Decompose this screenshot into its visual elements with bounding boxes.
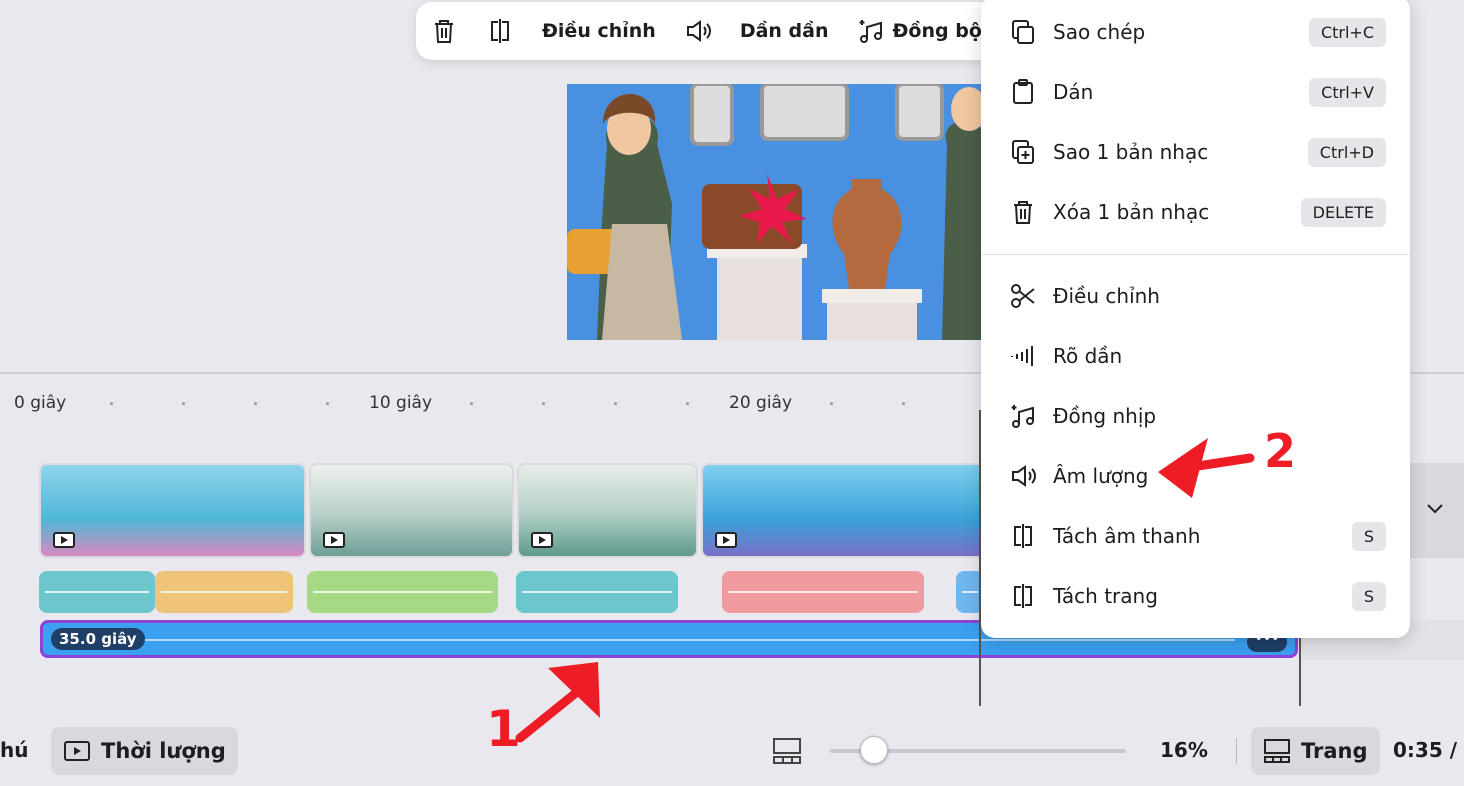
ruler-label-10: 10 giây	[369, 393, 433, 413]
ruler-tick	[182, 402, 185, 405]
volume-icon	[1012, 465, 1036, 487]
fade-icon	[1011, 346, 1033, 366]
video-icon	[715, 532, 737, 548]
menu-item-volume[interactable]: Âm lượng	[981, 448, 1410, 504]
shortcut-badge: S	[1351, 581, 1386, 611]
ruler-tick	[326, 402, 329, 405]
split-icon	[1014, 584, 1032, 608]
ruler-label-0: 0 giây	[14, 393, 67, 413]
duration-button[interactable]: Thời lượng	[51, 727, 238, 775]
duplicate-icon	[1012, 140, 1034, 164]
trash-icon	[435, 20, 453, 43]
audio-clip[interactable]	[722, 571, 924, 613]
ruler-tick	[254, 402, 257, 405]
ruler-tick	[110, 402, 113, 405]
video-icon	[531, 532, 553, 548]
video-icon	[323, 532, 345, 548]
menu-item-duplicate[interactable]: Sao 1 bản nhạc Ctrl+D	[981, 124, 1410, 180]
scissors-icon	[1011, 284, 1035, 308]
page-view-button[interactable]: Trang	[1251, 727, 1380, 775]
volume-icon	[686, 20, 711, 42]
video-clip-4[interactable]	[701, 463, 986, 558]
ruler-label-20: 20 giây	[729, 393, 793, 413]
video-clip-1[interactable]	[39, 463, 306, 558]
annotation-step-1: 1	[486, 700, 521, 758]
menu-item-copy[interactable]: Sao chép Ctrl+C	[981, 4, 1410, 60]
menu-item-split-audio[interactable]: Tách âm thanh S	[981, 508, 1410, 564]
zoom-percent: 16%	[1160, 738, 1208, 762]
music-sparkle-icon	[1011, 405, 1035, 428]
playback-time: 0:35 / 0	[1393, 738, 1464, 762]
ruler-tick	[470, 402, 473, 405]
toolbar-fade-button[interactable]: Dần dần	[726, 2, 843, 60]
annotation-step-2: 2	[1264, 424, 1297, 478]
clip-toolbar: Điều chỉnh Dần dần Đồng bộ	[416, 2, 1016, 60]
copy-icon	[1012, 20, 1034, 44]
grid-view-icon[interactable]	[772, 737, 802, 765]
video-clip-2[interactable]	[309, 463, 514, 558]
menu-item-beat-sync[interactable]: Đồng nhịp	[981, 388, 1410, 444]
shortcut-badge: Ctrl+V	[1309, 77, 1386, 107]
clipboard-icon	[1013, 79, 1033, 104]
toolbar-sync-button[interactable]: Đồng bộ	[843, 2, 996, 60]
shortcut-badge: Ctrl+D	[1307, 137, 1386, 167]
audio-clip[interactable]	[516, 571, 678, 613]
menu-item-delete[interactable]: Xóa 1 bản nhạc DELETE	[981, 184, 1410, 240]
page-layout-icon	[1264, 739, 1290, 763]
toolbar-volume-button[interactable]	[670, 2, 726, 60]
shortcut-badge: DELETE	[1300, 197, 1386, 227]
zoom-slider-thumb[interactable]	[860, 736, 888, 764]
chevron-down-icon	[1427, 504, 1443, 514]
toolbar-delete-button[interactable]	[416, 2, 472, 60]
waveform	[143, 639, 1235, 641]
split-icon	[1014, 524, 1032, 548]
menu-item-adjust[interactable]: Điều chỉnh	[981, 268, 1410, 324]
duration-badge: 35.0 giây	[51, 628, 145, 650]
audio-clip[interactable]	[155, 571, 293, 613]
toolbar-adjust-button[interactable]: Điều chỉnh	[528, 2, 670, 60]
menu-item-split-page[interactable]: Tách trang S	[981, 568, 1410, 624]
video-clip-3[interactable]	[517, 463, 698, 558]
split-icon	[491, 19, 509, 43]
video-preview[interactable]	[567, 84, 987, 340]
video-icon	[53, 532, 75, 548]
menu-item-paste[interactable]: Dán Ctrl+V	[981, 64, 1410, 120]
audio-clip[interactable]	[307, 571, 498, 613]
ruler-tick	[542, 402, 545, 405]
toolbar-split-button[interactable]	[472, 2, 528, 60]
context-menu: Sao chép Ctrl+C Dán Ctrl+V Sao 1 bản nhạ…	[981, 0, 1410, 638]
bottom-separator	[1236, 738, 1237, 764]
trash-icon	[1014, 201, 1032, 224]
audio-clip[interactable]	[39, 571, 155, 613]
menu-item-fade[interactable]: Rõ dần	[981, 328, 1410, 384]
music-sparkle-icon	[859, 20, 882, 43]
ruler-tick	[830, 402, 833, 405]
video-icon	[64, 741, 90, 761]
scene-illustration	[567, 84, 987, 340]
shortcut-badge: Ctrl+C	[1308, 17, 1386, 47]
menu-separator	[981, 254, 1410, 255]
ruler-tick	[686, 402, 689, 405]
shortcut-badge: S	[1351, 521, 1386, 551]
ruler-tick	[614, 402, 617, 405]
ruler-tick	[902, 402, 905, 405]
notes-button-partial[interactable]: hú	[0, 738, 28, 762]
